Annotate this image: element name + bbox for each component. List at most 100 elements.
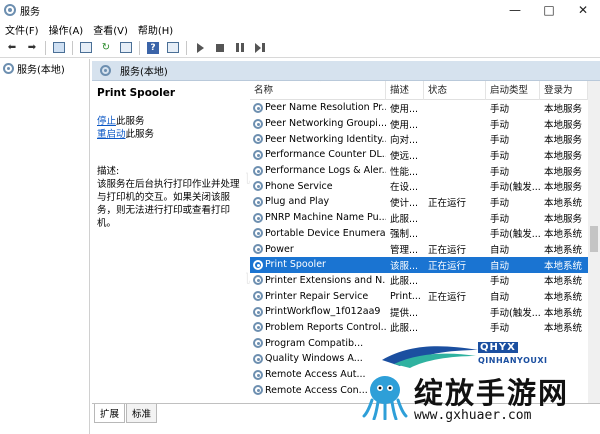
gear-icon: [253, 338, 263, 349]
menu-file[interactable]: 文件(F): [0, 22, 44, 37]
service-name-cell: Phone Service: [250, 181, 386, 192]
service-name-text: Phone Service: [265, 180, 333, 192]
show-hide-console-tree-icon[interactable]: [51, 40, 67, 56]
service-startup-type-cell: 手动(触发...: [490, 229, 540, 241]
tab-extended[interactable]: 扩展: [94, 404, 126, 423]
gear-icon: [253, 275, 263, 286]
column-header-description[interactable]: 描述: [386, 81, 424, 100]
service-description-cell: 强制...: [390, 229, 419, 241]
menu-help[interactable]: 帮助(H): [133, 22, 178, 37]
gear-icon: [253, 165, 263, 176]
menu-action[interactable]: 操作(A): [44, 22, 89, 37]
service-row[interactable]: Printer Extensions and N... 此服... 手动 本地系统: [250, 273, 588, 289]
window-title: 服务: [20, 6, 40, 18]
pause-service-icon[interactable]: [232, 40, 248, 56]
tab-standard[interactable]: 标准: [126, 404, 158, 423]
service-row[interactable]: Power 管理... 正在运行 自动 本地系统: [250, 241, 588, 257]
service-row[interactable]: Performance Logs & Aler... 性能... 手动 本地服务: [250, 163, 588, 179]
service-row[interactable]: PrintWorkflow_1f012aa9 提供... 手动(触发... 本地系统: [250, 304, 588, 320]
service-description-cell: 该服...: [390, 260, 419, 272]
restart-service-icon[interactable]: [252, 40, 268, 56]
sort-ascending-icon: ⌃: [316, 81, 323, 87]
tree-item-label: 服务(本地): [17, 64, 65, 76]
service-name-cell: Printer Extensions and N...: [250, 275, 386, 286]
restart-suffix: 此服务: [125, 129, 155, 140]
service-row[interactable]: Peer Networking Groupi... 使用... 手动 本地服务: [250, 116, 588, 132]
start-service-icon[interactable]: [192, 40, 208, 56]
title-bar: 服务 — □ ✕: [0, 0, 600, 20]
service-logon-cell: 本地服务: [544, 135, 583, 147]
menu-view[interactable]: 查看(V): [88, 22, 133, 37]
gear-icon: [253, 244, 263, 255]
refresh-icon[interactable]: ↻: [98, 40, 114, 56]
service-name-text: Print Spooler: [265, 259, 326, 271]
service-name-cell: Peer Name Resolution Pr...: [250, 102, 386, 113]
logo-brand-sub: QINHANYOUXI: [478, 356, 548, 365]
service-logon-cell: 本地服务: [544, 103, 583, 115]
toolbar-separator: [139, 40, 140, 55]
service-name-cell: PNRP Machine Name Pu...: [250, 212, 386, 223]
toolbar-separator: [186, 40, 187, 55]
gear-icon: [253, 322, 263, 333]
forward-arrow-icon[interactable]: ➡: [24, 40, 40, 56]
service-name-text: Performance Counter DL...: [265, 149, 386, 161]
service-startup-type-cell: 自动: [490, 245, 510, 257]
back-arrow-icon[interactable]: ⬅: [4, 40, 20, 56]
service-startup-type-cell: 手动: [490, 135, 510, 147]
service-name-text: Plug and Play: [265, 196, 330, 208]
gear-icon: [253, 306, 263, 317]
octopus-mascot-icon: [362, 376, 408, 420]
panel-header-title: 服务(本地): [120, 67, 168, 78]
service-row[interactable]: Plug and Play 使计... 正在运行 手动 本地系统: [250, 194, 588, 210]
gear-icon: [253, 369, 263, 380]
service-description-cell: 性能...: [390, 166, 419, 178]
restart-service-link[interactable]: 重启动: [97, 129, 126, 140]
service-startup-type-cell: 手动: [490, 276, 510, 288]
properties-icon[interactable]: [78, 40, 94, 56]
service-row[interactable]: Peer Networking Identity... 向对... 手动 本地服务: [250, 131, 588, 147]
service-startup-type-cell: 自动: [490, 292, 510, 304]
service-name-cell: Plug and Play: [250, 196, 386, 207]
stop-service-link[interactable]: 停止: [97, 116, 116, 127]
console-tree: 服务(本地): [0, 59, 90, 434]
service-logon-cell: 本地系统: [544, 229, 583, 241]
service-row[interactable]: Print Spooler 该服... 正在运行 自动 本地系统: [250, 256, 588, 273]
service-logon-cell: 本地服务: [544, 119, 583, 131]
column-header-startup-type[interactable]: 启动类型: [486, 81, 540, 100]
stop-service-icon[interactable]: [212, 40, 228, 56]
column-header-status[interactable]: 状态: [424, 81, 486, 100]
help-icon[interactable]: ?: [145, 40, 161, 56]
stop-suffix: 此服务: [116, 116, 145, 127]
scrollbar-thumb[interactable]: [590, 226, 598, 252]
gear-icon: [253, 228, 263, 239]
service-description-cell: 使远...: [390, 150, 419, 162]
service-description-cell: 使用...: [390, 119, 419, 131]
service-row[interactable]: PNRP Machine Name Pu... 此服... 手动 本地服务: [250, 210, 588, 226]
description-body: 描述: 该服务在后台执行打印作业并处理与打印机的交互。如果关闭该服务，则无法进行…: [97, 165, 241, 230]
service-startup-type-cell: 手动(触发...: [490, 307, 540, 319]
service-startup-type-cell: 手动(触发...: [490, 182, 540, 194]
gear-icon: [253, 353, 263, 364]
close-button[interactable]: ✕: [566, 0, 600, 20]
service-logon-cell: 本地系统: [544, 197, 583, 209]
service-startup-type-cell: 手动: [490, 150, 510, 162]
minimize-button[interactable]: —: [498, 0, 532, 20]
site-logo-overlay: QHYX QINHANYOUXI 绽放手游网 www.gxhuaer.com: [360, 328, 600, 434]
service-logon-cell: 本地服务: [544, 166, 583, 178]
service-row[interactable]: Portable Device Enumera... 强制... 手动(触发... 本…: [250, 226, 588, 242]
service-row[interactable]: Performance Counter DL... 使远... 手动 本地服务: [250, 147, 588, 163]
tree-item-services-local[interactable]: 服务(本地): [0, 59, 89, 77]
service-name-text: Portable Device Enumera...: [265, 227, 386, 239]
maximize-button[interactable]: □: [532, 0, 566, 20]
service-row[interactable]: Printer Repair Service Print... 正在运行 自动 本地系统: [250, 288, 588, 304]
column-header-log-on-as[interactable]: 登录为: [540, 81, 588, 100]
service-name-text: Power: [265, 243, 294, 255]
service-name-cell: Peer Networking Groupi...: [250, 118, 386, 129]
service-row[interactable]: Peer Name Resolution Pr... 使用... 手动 本地服务: [250, 100, 588, 116]
service-logon-cell: 本地服务: [544, 182, 583, 194]
service-row[interactable]: Phone Service 在设... 手动(触发... 本地服务: [250, 178, 588, 194]
gear-icon: [253, 212, 263, 223]
export-list-icon[interactable]: [118, 40, 134, 56]
service-startup-type-cell: 自动: [490, 260, 510, 272]
action-pane-icon[interactable]: [165, 40, 181, 56]
